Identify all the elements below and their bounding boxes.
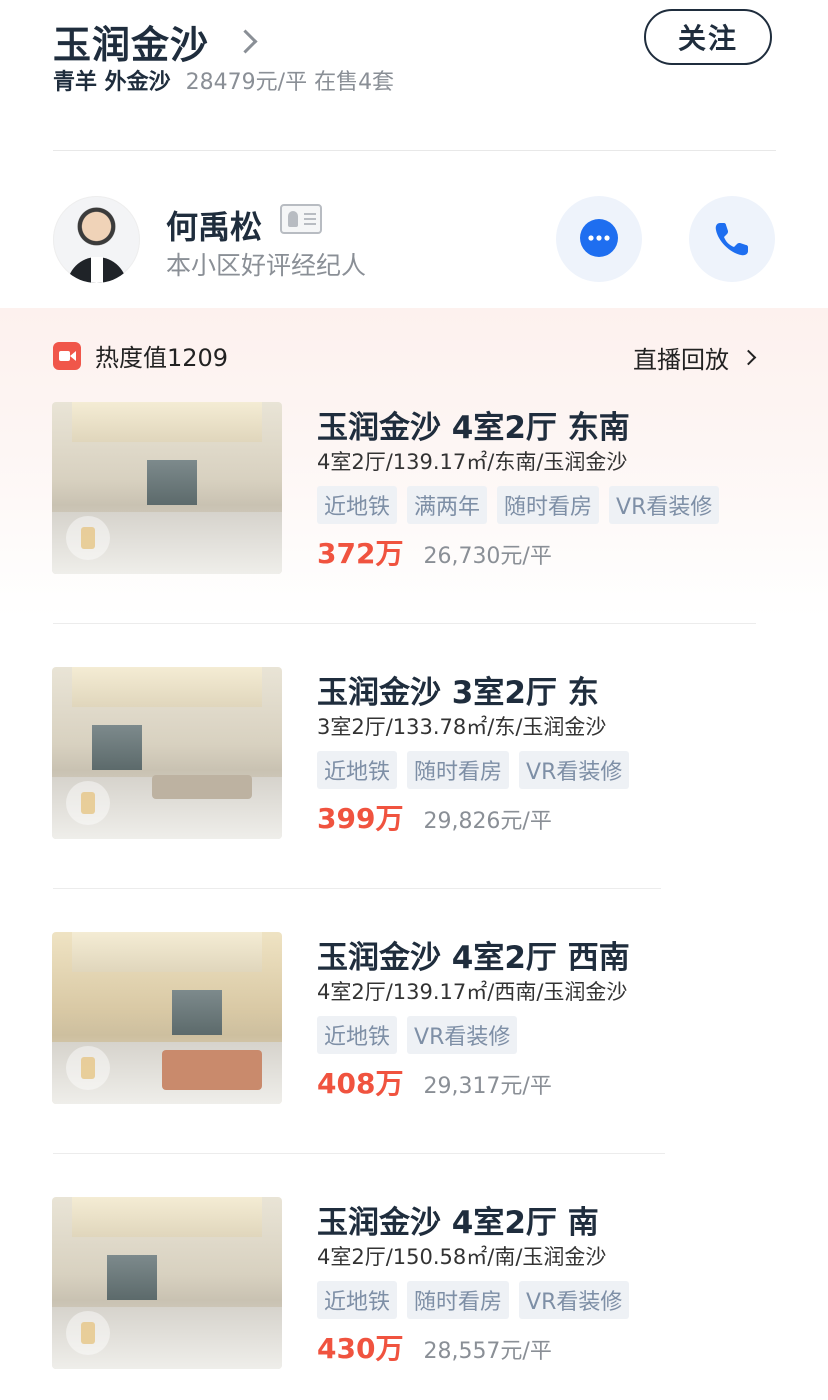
listing-tag: 满两年 — [407, 486, 488, 524]
listing-spec: 4室2厅/139.17㎡/东南/玉润金沙 — [317, 450, 628, 474]
live-replay-link[interactable]: 直播回放 — [633, 340, 757, 375]
listing-item[interactable]: 玉润金沙 4室2厅 西南 4室2厅/139.17㎡/西南/玉润金沙 近地铁 VR… — [0, 932, 828, 1104]
listing-spec: 4室2厅/150.58㎡/南/玉润金沙 — [317, 1245, 607, 1269]
community-area: 青羊 外金沙 — [53, 70, 171, 95]
heat-value: 热度值1209 — [95, 344, 229, 372]
listing-tags: 近地铁 随时看房 VR看装修 — [317, 751, 639, 789]
avatar[interactable] — [53, 196, 140, 283]
listing-price-row: 372万 26,730元/平 — [317, 532, 552, 572]
phone-icon — [715, 223, 748, 256]
video-camera-body — [59, 350, 70, 361]
photo-window — [147, 460, 197, 505]
video-camera-lens — [70, 350, 76, 361]
listing-price: 430万 — [317, 1332, 404, 1365]
photo-ceiling — [72, 667, 262, 707]
follow-button[interactable]: 关注 — [644, 9, 772, 65]
agent-name: 何禹松 — [166, 208, 263, 246]
listing-price: 372万 — [317, 537, 404, 570]
listing-tag: 随时看房 — [407, 1281, 510, 1319]
heat-indicator: 热度值1209 — [53, 338, 228, 373]
listing-tags: 近地铁 满两年 随时看房 VR看装修 — [317, 486, 729, 524]
listing-tag: VR看装修 — [519, 751, 630, 789]
listing-tags: 近地铁 VR看装修 — [317, 1016, 527, 1054]
listing-unit-price: 29,826元/平 — [423, 809, 552, 834]
listing-title: 玉润金沙 4室2厅 南 — [317, 1205, 599, 1241]
listing-tags: 近地铁 随时看房 VR看装修 — [317, 1281, 639, 1319]
listing-unit-price: 26,730元/平 — [423, 544, 552, 569]
agent-card[interactable]: 何禹松 本小区好评经纪人 — [0, 190, 828, 290]
video-camera-icon — [53, 341, 81, 370]
community-name: 玉润金沙 — [53, 23, 210, 67]
live-replay-label: 直播回放 — [633, 346, 729, 374]
photo-ceiling — [72, 402, 262, 442]
avatar-shirt — [91, 257, 103, 283]
listing-price-row: 399万 29,826元/平 — [317, 797, 552, 837]
vr-badge-icon — [66, 1311, 110, 1355]
id-card-icon[interactable] — [280, 204, 322, 234]
listing-tag: 近地铁 — [317, 1281, 398, 1319]
divider — [53, 888, 661, 889]
chat-button[interactable] — [556, 196, 642, 282]
listing-price: 399万 — [317, 802, 404, 835]
vr-badge-icon — [66, 781, 110, 825]
photo-ceiling — [72, 932, 262, 972]
photo-sofa — [152, 775, 252, 799]
vr-badge-mark — [81, 527, 95, 549]
photo-bed — [162, 1050, 262, 1090]
divider — [53, 1153, 665, 1154]
listing-item[interactable]: 玉润金沙 3室2厅 东 3室2厅/133.78㎡/东/玉润金沙 近地铁 随时看房… — [0, 667, 828, 839]
listing-tag: 近地铁 — [317, 751, 398, 789]
listing-price-row: 408万 29,317元/平 — [317, 1062, 552, 1102]
listing-photo[interactable] — [52, 1197, 282, 1369]
listing-title: 玉润金沙 4室2厅 西南 — [317, 940, 630, 976]
vr-badge-mark — [81, 792, 95, 814]
listing-item[interactable]: 玉润金沙 4室2厅 南 4室2厅/150.58㎡/南/玉润金沙 近地铁 随时看房… — [0, 1197, 828, 1369]
listing-tag: VR看装修 — [609, 486, 720, 524]
id-card-line — [304, 213, 316, 215]
listing-title: 玉润金沙 4室2厅 东南 — [317, 410, 630, 446]
listing-price-row: 430万 28,557元/平 — [317, 1327, 552, 1367]
vr-badge-icon — [66, 516, 110, 560]
listing-photo[interactable] — [52, 667, 282, 839]
listing-title: 玉润金沙 3室2厅 东 — [317, 675, 599, 711]
chevron-right-icon — [740, 349, 757, 366]
photo-window — [107, 1255, 157, 1300]
photo-window — [92, 725, 142, 770]
vr-badge-mark — [81, 1057, 95, 1079]
community-header: 玉润金沙 青羊 外金沙 28479元/平 在售4套 关注 — [0, 0, 828, 150]
community-title-link[interactable]: 玉润金沙 — [53, 14, 258, 69]
divider — [53, 150, 776, 151]
chat-bubble-icon — [580, 219, 618, 257]
listing-tag: VR看装修 — [407, 1016, 518, 1054]
listing-unit-price: 29,317元/平 — [423, 1074, 552, 1099]
vr-badge-icon — [66, 1046, 110, 1090]
listing-tag: 随时看房 — [407, 751, 510, 789]
listing-tag: 近地铁 — [317, 486, 398, 524]
chevron-right-icon — [233, 29, 258, 54]
call-button[interactable] — [689, 196, 775, 282]
divider — [53, 623, 756, 624]
id-card-line — [304, 218, 316, 220]
listing-item[interactable]: 玉润金沙 4室2厅 东南 4室2厅/139.17㎡/东南/玉润金沙 近地铁 满两… — [0, 402, 828, 574]
listing-photo[interactable] — [52, 932, 282, 1104]
listing-tag: VR看装修 — [519, 1281, 630, 1319]
community-subtitle: 青羊 外金沙 28479元/平 在售4套 — [53, 64, 394, 96]
listing-photo[interactable] — [52, 402, 282, 574]
listing-spec: 3室2厅/133.78㎡/东/玉润金沙 — [317, 715, 607, 739]
id-card-person — [288, 211, 298, 227]
listing-tag: 随时看房 — [497, 486, 600, 524]
agent-role: 本小区好评经纪人 — [166, 251, 367, 280]
listing-spec: 4室2厅/139.17㎡/西南/玉润金沙 — [317, 980, 628, 1004]
id-card-line — [304, 223, 316, 225]
community-stats: 28479元/平 在售4套 — [185, 70, 395, 95]
photo-window — [172, 990, 222, 1035]
listing-unit-price: 28,557元/平 — [423, 1339, 552, 1364]
listing-tag: 近地铁 — [317, 1016, 398, 1054]
photo-ceiling — [72, 1197, 262, 1237]
listing-price: 408万 — [317, 1067, 404, 1100]
vr-badge-mark — [81, 1322, 95, 1344]
